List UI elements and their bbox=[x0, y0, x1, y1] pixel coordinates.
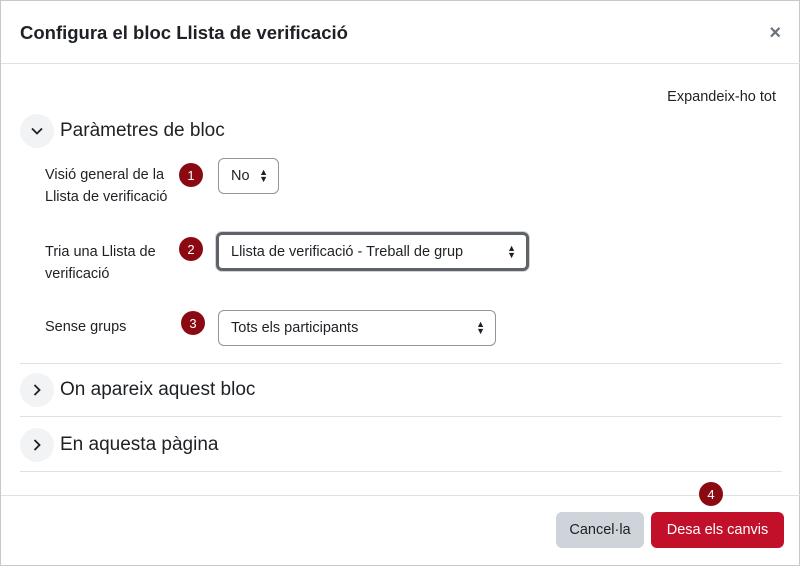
section-divider bbox=[20, 416, 782, 417]
select-arrows-icon: ▲ ▼ bbox=[507, 242, 516, 260]
chevron-down-icon[interactable] bbox=[20, 114, 54, 148]
overview-label: Visió general de la Llista de verificaci… bbox=[45, 164, 168, 208]
section-title-block-params: Paràmetres de bloc bbox=[60, 120, 225, 141]
step-badge-4: 4 bbox=[699, 482, 723, 506]
step-badge-1: 1 bbox=[179, 163, 203, 187]
dialog-header: Configura el bloc Llista de verificació … bbox=[1, 1, 800, 64]
choose-checklist-label: Tria una Llista de verificació bbox=[45, 241, 156, 285]
choose-checklist-select-value: Llista de verificació - Treball de grup bbox=[231, 243, 464, 260]
close-icon[interactable]: × bbox=[769, 23, 781, 43]
block-config-dialog: Configura el bloc Llista de verificació … bbox=[0, 0, 800, 566]
chevron-right-icon[interactable] bbox=[20, 373, 54, 407]
cancel-button[interactable]: Cancel·la bbox=[556, 512, 644, 548]
groups-select-value: Tots els participants bbox=[231, 320, 359, 336]
groups-select[interactable]: Tots els participants ▲ ▼ bbox=[218, 310, 496, 346]
step-badge-2: 2 bbox=[179, 237, 203, 261]
section-header-block-params[interactable]: Paràmetres de bloc bbox=[20, 114, 225, 148]
step-badge-3: 3 bbox=[181, 311, 205, 335]
select-arrows-icon: ▲ ▼ bbox=[259, 167, 268, 184]
select-arrows-icon: ▲ ▼ bbox=[476, 319, 485, 336]
choose-checklist-select[interactable]: Llista de verificació - Treball de grup … bbox=[216, 232, 529, 271]
overview-select[interactable]: No ▲ ▼ bbox=[218, 158, 279, 194]
expand-all-link[interactable]: Expandeix-ho tot bbox=[667, 89, 776, 105]
section-divider bbox=[20, 471, 782, 472]
overview-label-line2: Llista de verificació bbox=[45, 189, 168, 205]
dialog-title: Configura el bloc Llista de verificació bbox=[20, 22, 348, 43]
save-button[interactable]: Desa els canvis bbox=[651, 512, 784, 548]
dialog-footer: 4 Cancel·la Desa els canvis bbox=[1, 482, 800, 566]
choose-checklist-label-line2: verificació bbox=[45, 266, 110, 282]
section-title-where-appears: On apareix aquest bloc bbox=[60, 379, 256, 400]
section-divider bbox=[20, 363, 782, 364]
choose-checklist-label-line1: Tria una Llista de bbox=[45, 244, 156, 260]
section-header-on-this-page[interactable]: En aquesta pàgina bbox=[20, 428, 218, 462]
section-header-where-appears[interactable]: On apareix aquest bloc bbox=[20, 373, 255, 407]
section-title-on-this-page: En aquesta pàgina bbox=[60, 434, 219, 455]
groups-label: Sense grups bbox=[45, 319, 127, 335]
overview-select-value: No bbox=[231, 168, 250, 184]
chevron-right-icon[interactable] bbox=[20, 428, 54, 462]
overview-label-line1: Visió general de la bbox=[45, 167, 165, 183]
